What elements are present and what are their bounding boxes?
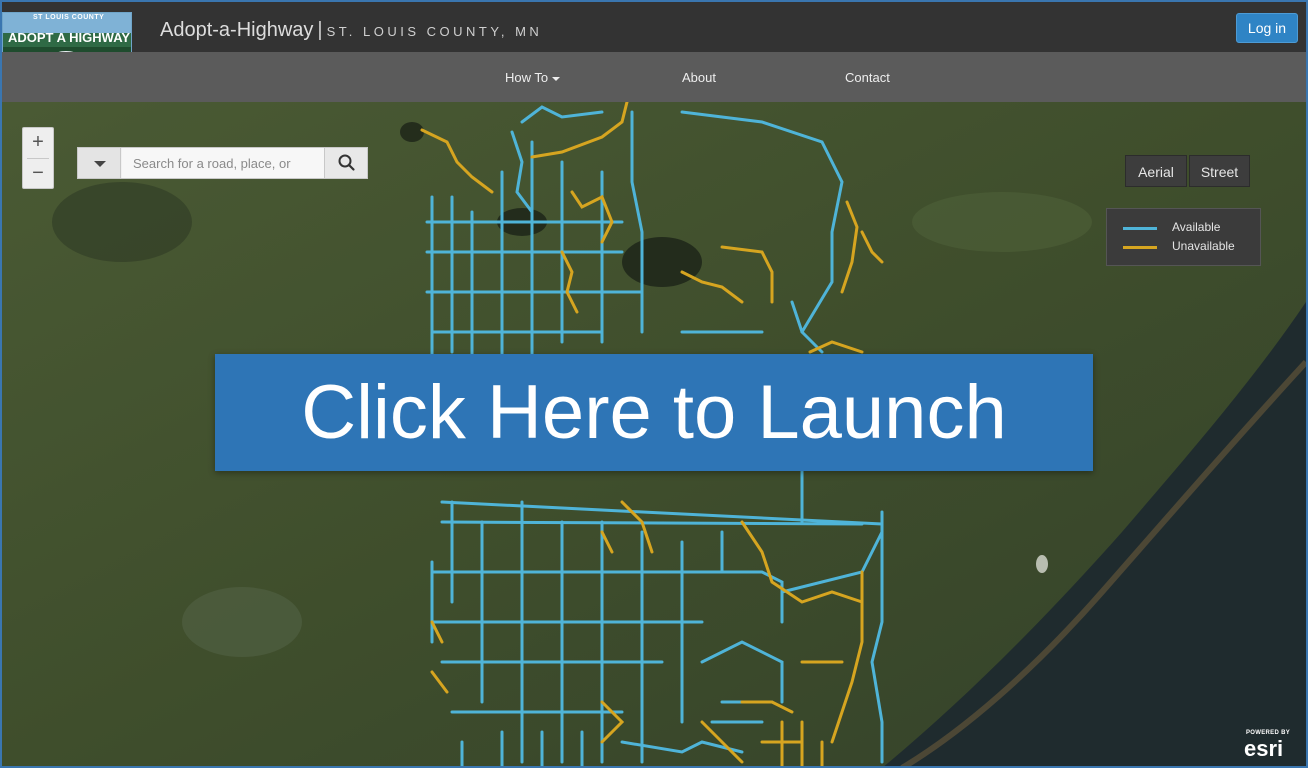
search-source-dropdown[interactable] xyxy=(78,148,121,178)
zoom-in-button[interactable]: + xyxy=(23,128,53,158)
map-view[interactable]: + − Aerial Street Available xyxy=(2,102,1306,766)
app-subtitle: St. Louis County, MN xyxy=(326,24,543,39)
legend-label-available: Available xyxy=(1172,220,1221,234)
app-title-text: Adopt-a-Highway xyxy=(160,19,314,41)
app-title: Adopt-a-Highway | St. Louis County, MN xyxy=(160,19,542,42)
caret-down-icon xyxy=(552,76,561,81)
esri-attribution[interactable]: POWERED BY esri xyxy=(1238,726,1304,764)
logo-county-text: ST LOUIS COUNTY xyxy=(33,14,105,21)
search-icon xyxy=(338,154,355,171)
search-widget xyxy=(77,147,368,179)
search-input[interactable] xyxy=(122,148,324,178)
basemap-street-button[interactable]: Street xyxy=(1189,155,1250,187)
logo-main-text: ADOPT A HIGHWAY xyxy=(8,30,131,45)
basemap-aerial-button[interactable]: Aerial xyxy=(1125,155,1187,187)
caret-down-icon xyxy=(94,161,106,167)
main-nav: How To About Contact xyxy=(2,52,1306,102)
title-separator: | xyxy=(317,19,323,41)
nav-item-about[interactable]: About xyxy=(682,70,716,85)
app-frame: ST LOUIS COUNTY ADOPT A HIGHWAY Adopt-a-… xyxy=(0,0,1308,768)
legend-swatch-unavailable xyxy=(1123,246,1157,249)
top-bar: ST LOUIS COUNTY ADOPT A HIGHWAY Adopt-a-… xyxy=(2,2,1306,62)
search-button[interactable] xyxy=(324,148,367,178)
zoom-out-button[interactable]: − xyxy=(23,159,53,189)
esri-logo: esri xyxy=(1244,736,1284,761)
login-button[interactable]: Log in xyxy=(1236,13,1298,43)
nav-item-how-to-label: How To xyxy=(505,70,549,85)
legend-swatch-available xyxy=(1123,227,1157,230)
legend-label-unavailable: Unavailable xyxy=(1172,239,1235,253)
launch-button[interactable]: Click Here to Launch xyxy=(215,354,1093,471)
nav-item-how-to[interactable]: How To xyxy=(505,70,561,85)
nav-item-contact[interactable]: Contact xyxy=(845,70,890,85)
map-legend: Available Unavailable xyxy=(1106,208,1261,266)
zoom-control: + − xyxy=(22,127,54,189)
